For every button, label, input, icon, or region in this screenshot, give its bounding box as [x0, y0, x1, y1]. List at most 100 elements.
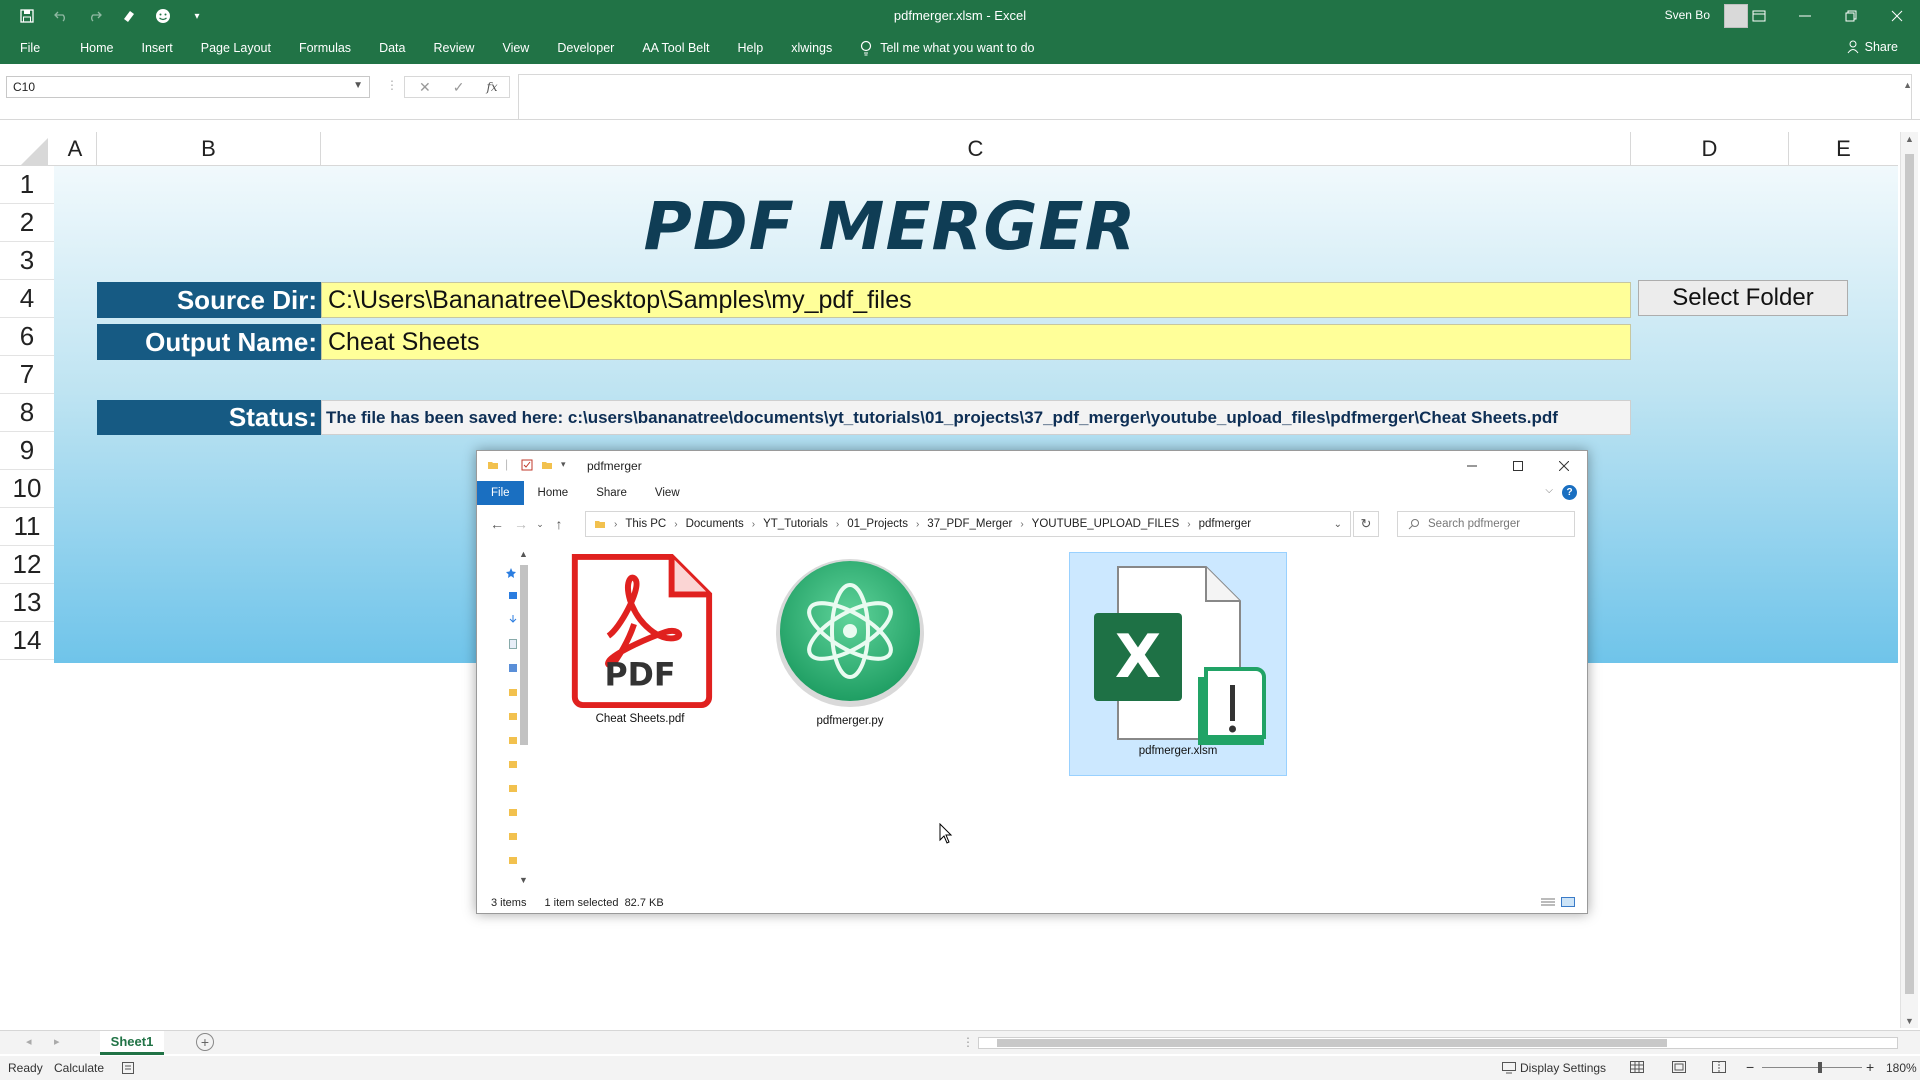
formula-input[interactable] [518, 74, 1912, 120]
accessibility-icon[interactable] [122, 1062, 134, 1074]
row-header[interactable]: 13 [0, 584, 54, 622]
tab-xlwings[interactable]: xlwings [777, 41, 846, 55]
row-header[interactable]: 14 [0, 622, 54, 660]
help-icon[interactable]: ? [1562, 485, 1577, 500]
display-settings-button[interactable]: Display Settings [1502, 1061, 1606, 1075]
page-break-view-icon[interactable] [1712, 1061, 1726, 1073]
back-arrow-icon[interactable]: ← [485, 516, 509, 532]
scrollbar-thumb[interactable] [1905, 154, 1914, 994]
breadcrumb-item[interactable]: 01_Projects [847, 518, 908, 530]
explorer-tab-share[interactable]: Share [582, 481, 641, 505]
user-name[interactable]: Sven Bo [1665, 8, 1710, 22]
zoom-level[interactable]: 180% [1886, 1061, 1917, 1075]
refresh-icon[interactable]: ↻ [1353, 511, 1379, 537]
explorer-tab-home[interactable]: Home [524, 481, 583, 505]
scroll-down-icon[interactable]: ▼ [519, 875, 528, 885]
maximize-icon[interactable] [1495, 451, 1541, 481]
explorer-tab-file[interactable]: File [477, 481, 524, 505]
folder-icon[interactable] [509, 687, 517, 697]
forward-arrow-icon[interactable]: → [509, 516, 533, 532]
tab-home[interactable]: Home [54, 41, 127, 55]
close-icon[interactable] [1874, 0, 1920, 32]
column-header-b[interactable]: B [97, 132, 321, 166]
breadcrumb-item[interactable]: pdfmerger [1199, 518, 1251, 530]
recent-locations-icon[interactable]: ⌄ [533, 519, 547, 530]
breadcrumb-item[interactable]: 37_PDF_Merger [927, 518, 1012, 530]
restore-icon[interactable] [1828, 0, 1874, 32]
zoom-slider-thumb[interactable] [1818, 1062, 1822, 1073]
scroll-down-icon[interactable]: ▼ [1905, 1016, 1914, 1026]
folder-icon[interactable] [509, 759, 517, 769]
file-explorer-window[interactable]: | ▾ pdfmerger File Home Share View ⌵ ? ←… [476, 450, 1588, 914]
row-header[interactable]: 6 [0, 318, 54, 356]
column-header-c[interactable]: C [321, 132, 1631, 166]
tab-data[interactable]: Data [365, 41, 419, 55]
chevron-down-icon[interactable]: ▾ [561, 459, 566, 470]
breadcrumb-item[interactable]: Documents [686, 518, 744, 530]
file-item-cheat-sheets-pdf[interactable]: PDF Cheat Sheets.pdf [551, 551, 729, 735]
sheet-tab-sheet1[interactable]: Sheet1 [100, 1031, 164, 1055]
column-header-a[interactable]: A [54, 132, 97, 166]
desktop-icon[interactable] [509, 591, 517, 601]
source-dir-field[interactable]: C:\Users\Bananatree\Desktop\Samples\my_p… [321, 282, 1631, 318]
output-name-field[interactable]: Cheat Sheets [321, 324, 1631, 360]
search-input[interactable]: Search pdfmerger [1397, 511, 1575, 537]
zoom-slider[interactable] [1762, 1067, 1862, 1068]
tab-review[interactable]: Review [419, 41, 488, 55]
split-grip-icon[interactable]: ⋮ [962, 1035, 974, 1049]
tab-developer[interactable]: Developer [543, 41, 628, 55]
name-box[interactable]: C10 ▼ [6, 76, 370, 98]
nav-pane-scrollbar[interactable]: ▲ ▼ [519, 549, 529, 885]
row-header[interactable]: 10 [0, 470, 54, 508]
tab-insert[interactable]: Insert [128, 41, 187, 55]
horizontal-scrollbar[interactable] [978, 1037, 1898, 1049]
tab-file[interactable]: File [0, 41, 54, 55]
tab-help[interactable]: Help [724, 41, 778, 55]
page-layout-view-icon[interactable] [1672, 1061, 1686, 1073]
select-all-corner[interactable] [20, 138, 48, 166]
quick-access-star-icon[interactable] [505, 567, 517, 579]
tell-me-box[interactable]: Tell me what you want to do [846, 40, 1034, 56]
add-sheet-button[interactable]: + [196, 1033, 214, 1051]
breadcrumb-item[interactable]: YT_Tutorials [763, 518, 828, 530]
ribbon-display-icon[interactable] [1736, 0, 1782, 32]
row-header[interactable]: 9 [0, 432, 54, 470]
scrollbar-thumb[interactable] [997, 1039, 1667, 1047]
close-icon[interactable] [1541, 451, 1587, 481]
status-calculate[interactable]: Calculate [54, 1061, 104, 1075]
prev-sheet-icon[interactable]: ◂ [26, 1035, 32, 1048]
row-header[interactable]: 12 [0, 546, 54, 584]
zoom-in-icon[interactable]: + [1866, 1059, 1874, 1075]
normal-view-icon[interactable] [1630, 1061, 1644, 1073]
file-item-pdfmerger-py[interactable]: pdfmerger.py [761, 551, 939, 735]
properties-icon[interactable] [521, 459, 533, 471]
row-header[interactable]: 4 [0, 280, 54, 318]
column-header-e[interactable]: E [1789, 132, 1898, 166]
up-arrow-icon[interactable]: ↑ [547, 516, 571, 532]
address-bar[interactable]: › This PC › Documents › YT_Tutorials › 0… [585, 511, 1351, 537]
enter-icon[interactable]: ✓ [453, 79, 465, 96]
details-view-icon[interactable] [1541, 897, 1555, 907]
chevron-down-icon[interactable]: ⌄ [1334, 519, 1342, 530]
scroll-up-icon[interactable]: ▲ [519, 549, 528, 559]
collapse-formula-bar-icon[interactable]: ▲ [1903, 80, 1912, 90]
tab-page-layout[interactable]: Page Layout [187, 41, 285, 55]
folder-icon[interactable] [509, 783, 517, 793]
scroll-up-icon[interactable]: ▲ [1905, 134, 1914, 144]
expand-ribbon-icon[interactable]: ⌵ [1545, 485, 1553, 496]
next-sheet-icon[interactable]: ▸ [54, 1035, 60, 1048]
row-header[interactable]: 11 [0, 508, 54, 546]
cancel-icon[interactable]: ✕ [419, 79, 431, 96]
large-icons-view-icon[interactable] [1561, 897, 1575, 907]
select-folder-button[interactable]: Select Folder [1638, 280, 1848, 316]
scrollbar-thumb[interactable] [520, 565, 528, 745]
share-button[interactable]: Share [1847, 40, 1898, 54]
folder-icon[interactable] [509, 831, 517, 841]
new-folder-icon[interactable] [541, 459, 553, 471]
folder-icon[interactable] [509, 855, 517, 865]
breadcrumb-item[interactable]: YOUTUBE_UPLOAD_FILES [1032, 518, 1180, 530]
minimize-icon[interactable] [1782, 0, 1828, 32]
downloads-icon[interactable] [509, 615, 517, 625]
breadcrumb-item[interactable]: This PC [625, 518, 666, 530]
folder-icon[interactable] [509, 807, 517, 817]
